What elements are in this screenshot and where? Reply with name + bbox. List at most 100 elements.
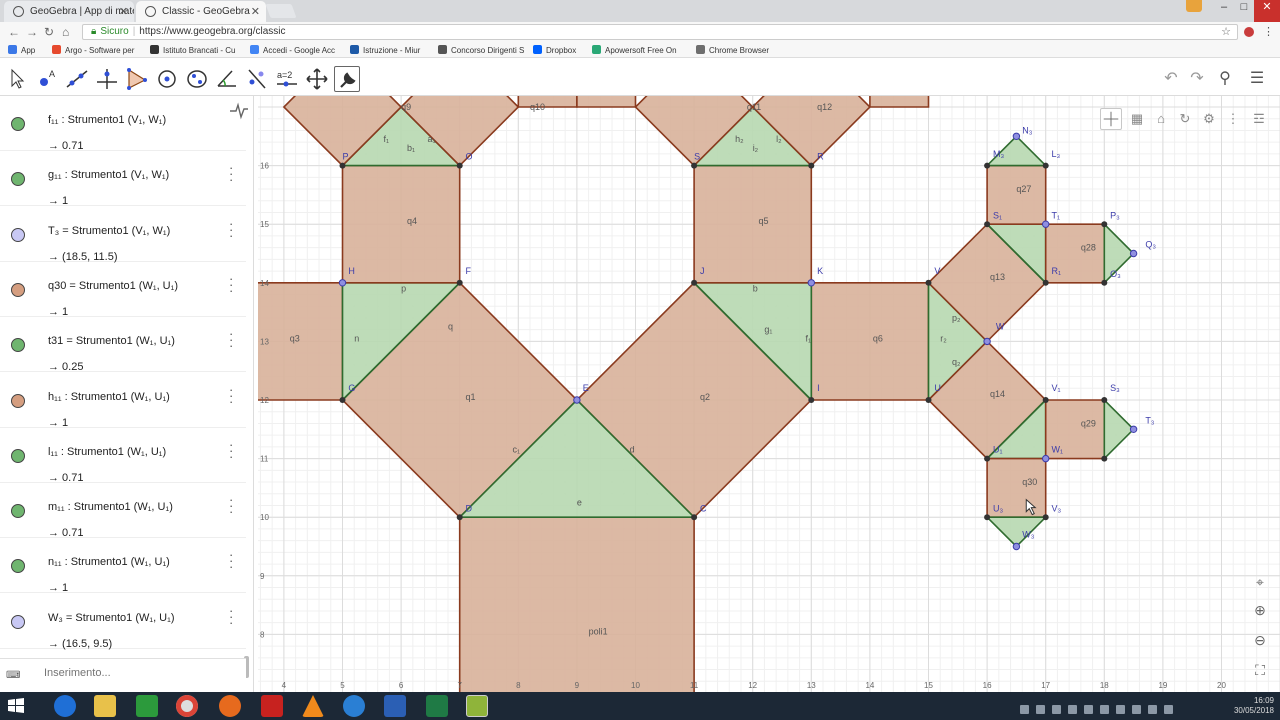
file-explorer-icon[interactable]: [94, 695, 116, 717]
object-label[interactable]: R₁: [1052, 266, 1062, 276]
object-label[interactable]: V: [934, 266, 940, 276]
object-label[interactable]: R: [817, 152, 824, 162]
acrobat-icon[interactable]: [261, 695, 283, 717]
vertex-point[interactable]: [984, 221, 991, 228]
geogebra-taskbar-icon[interactable]: [466, 695, 488, 717]
style-bar-icon[interactable]: ☲: [1248, 108, 1270, 130]
vertex-point[interactable]: [925, 397, 932, 403]
square-polygon[interactable]: [258, 282, 344, 401]
ellipse-tool-icon[interactable]: [184, 66, 210, 92]
object-label[interactable]: g₁: [764, 325, 772, 335]
free-point[interactable]: [573, 396, 581, 404]
visibility-toggle[interactable]: [11, 448, 25, 463]
object-label[interactable]: d: [630, 445, 635, 455]
object-label[interactable]: P: [343, 152, 349, 162]
object-label[interactable]: J: [700, 266, 705, 276]
square-polygon[interactable]: [810, 282, 930, 401]
vertex-point[interactable]: [1101, 279, 1108, 286]
algebra-item[interactable]: f₁₁ : Strumento1 (V₁, W₁) → 0.71: [0, 96, 246, 152]
object-label[interactable]: q10: [530, 102, 545, 112]
object-label[interactable]: V₁: [1052, 383, 1061, 393]
vertex-point[interactable]: [1042, 279, 1049, 286]
vertex-point[interactable]: [808, 397, 815, 403]
square-polygon[interactable]: [341, 164, 461, 284]
object-label[interactable]: T₃: [1145, 415, 1154, 425]
bookmark-dropbox[interactable]: Dropbox: [533, 45, 576, 55]
free-point[interactable]: [1042, 454, 1050, 463]
word-icon[interactable]: [384, 695, 406, 717]
object-label[interactable]: D: [466, 503, 473, 513]
object-label[interactable]: S₃: [1110, 383, 1120, 393]
vertex-point[interactable]: [984, 514, 991, 521]
extension-icon[interactable]: [1244, 27, 1254, 37]
minimize-button[interactable]: –: [1214, 0, 1234, 22]
triangle-polygon[interactable]: [985, 516, 1048, 548]
close-tab-icon[interactable]: ✕: [251, 5, 260, 18]
free-point[interactable]: [338, 279, 347, 287]
object-label[interactable]: f₁: [384, 134, 390, 144]
more-options-icon[interactable]: · · ·: [229, 383, 233, 408]
more-options-icon[interactable]: · · ·: [229, 438, 233, 463]
algebra-style-toggle-icon[interactable]: [228, 102, 250, 120]
algebra-item[interactable]: n₁₁ : Strumento1 (W₁, U₁) → 1 · · ·: [0, 538, 246, 594]
vertex-point[interactable]: [1101, 221, 1108, 228]
free-point[interactable]: [1129, 425, 1138, 433]
algebra-item[interactable]: T₃ = Strumento1 (V₁, W₁) → (18.5, 11.5) · ·…: [0, 207, 246, 263]
firefox-icon[interactable]: [219, 695, 241, 717]
bookmark-google[interactable]: Accedi - Google Acc: [250, 45, 335, 55]
square-polygon[interactable]: [458, 516, 695, 692]
vertex-point[interactable]: [691, 279, 698, 286]
point-tool-icon[interactable]: A: [34, 66, 60, 92]
polygon-tool-icon[interactable]: [124, 66, 150, 92]
visibility-toggle[interactable]: [11, 172, 25, 187]
circle-tool-icon[interactable]: [154, 66, 180, 92]
object-label[interactable]: q12: [817, 102, 832, 112]
excel-icon[interactable]: [426, 695, 448, 717]
object-label[interactable]: q9: [401, 102, 411, 112]
object-label[interactable]: H: [348, 266, 355, 276]
object-label[interactable]: a₁: [427, 134, 435, 144]
slider-tool-icon[interactable]: a=2: [274, 66, 300, 92]
vertex-point[interactable]: [1042, 397, 1049, 403]
object-label[interactable]: P₃: [1110, 210, 1120, 220]
object-label[interactable]: poli1: [589, 626, 608, 636]
perpendicular-tool-icon[interactable]: [94, 66, 120, 92]
free-point[interactable]: [1012, 542, 1021, 551]
fullscreen-icon[interactable]: ⛶: [1250, 662, 1270, 682]
object-label[interactable]: U₁: [993, 445, 1003, 455]
vertex-point[interactable]: [456, 279, 463, 286]
object-label[interactable]: q11: [747, 102, 761, 112]
vertex-point[interactable]: [1101, 455, 1108, 462]
object-label[interactable]: q2: [700, 392, 710, 402]
vertex-point[interactable]: [808, 162, 815, 169]
square-polygon[interactable]: [576, 96, 637, 108]
algebra-item[interactable]: l₁₁ : Strumento1 (W₁, U₁) → 0.71 · · ·: [0, 428, 246, 484]
graphics-view[interactable]: 4 5 6 7 8 9 10 11 12 13 14 15 16 17 18 19 20 8 9 10 11 12 13 14…: [258, 96, 1280, 692]
object-label[interactable]: q30: [1022, 477, 1037, 487]
object-label[interactable]: U₃: [993, 503, 1003, 513]
maximize-button[interactable]: □: [1234, 0, 1254, 22]
bookmark-argo[interactable]: Argo - Software per: [52, 45, 134, 55]
windows-start-icon[interactable]: [5, 695, 27, 717]
free-point[interactable]: [807, 279, 815, 287]
square-polygon[interactable]: [869, 96, 930, 108]
object-label[interactable]: p₂: [952, 313, 961, 323]
visibility-toggle[interactable]: [11, 117, 25, 131]
object-label[interactable]: G: [348, 383, 355, 393]
more-options-icon[interactable]: · · ·: [229, 548, 233, 573]
object-label[interactable]: W₃: [1022, 530, 1034, 540]
object-label[interactable]: q1: [466, 392, 476, 402]
bookmark-istituto[interactable]: Istituto Brancati - Cu: [150, 45, 235, 55]
more-options-icon[interactable]: · · ·: [229, 161, 233, 186]
algebra-item[interactable]: h₁₁ : Strumento1 (W₁, U₁) → 1 · · ·: [0, 373, 246, 429]
angle-tool-icon[interactable]: [214, 66, 240, 92]
vertex-point[interactable]: [339, 397, 346, 403]
vlc-icon[interactable]: [302, 695, 324, 717]
object-label[interactable]: C: [700, 503, 707, 513]
object-label[interactable]: E: [583, 383, 589, 393]
chrome-icon[interactable]: [176, 695, 198, 717]
object-label[interactable]: F: [466, 266, 472, 276]
object-label[interactable]: n: [354, 333, 359, 343]
object-label[interactable]: r₂: [940, 333, 947, 343]
standard-view-icon[interactable]: ⌂: [1150, 108, 1172, 130]
